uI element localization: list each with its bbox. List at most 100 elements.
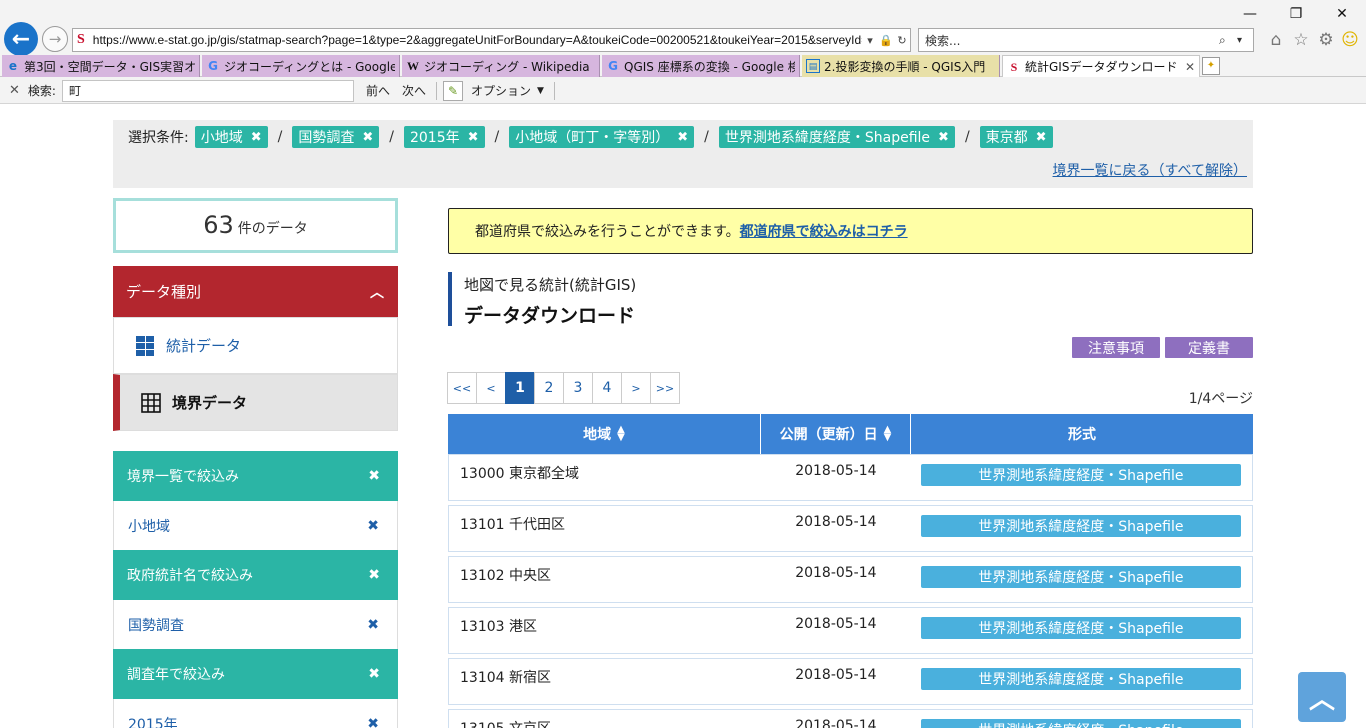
tab-5[interactable]: ▤ 2.投影変換の手順 - QGIS入門 [802, 55, 1000, 77]
filter-boundary-value[interactable]: 小地域 ✖ [113, 501, 398, 551]
close-icon[interactable]: ✖ [367, 716, 379, 728]
condition-chip[interactable]: 小地域 ✖ [194, 126, 268, 148]
next-page-button[interactable]: > [621, 372, 651, 404]
table-row: 13105 文京区 2018-05-14 世界測地系緯度経度・Shapefile [448, 709, 1253, 728]
close-icon[interactable]: ✖ [368, 468, 380, 484]
column-header-region[interactable]: 地域 ▲ ▼ [448, 414, 761, 454]
close-window-icon[interactable]: ✕ [1328, 4, 1356, 24]
result-count-unit: 件のデータ [237, 221, 308, 237]
close-icon[interactable]: ✖ [367, 518, 379, 534]
download-format-button[interactable]: 世界測地系緯度経度・Shapefile [920, 668, 1241, 690]
condition-chip[interactable]: 国勢調査 ✖ [292, 126, 380, 148]
table-row: 13103 港区 2018-05-14 世界測地系緯度経度・Shapefile [448, 607, 1253, 654]
sort-icon[interactable]: ▲ ▼ [617, 425, 625, 443]
download-format-button[interactable]: 世界測地系緯度経度・Shapefile [920, 566, 1241, 588]
chip-separator: / [494, 129, 500, 145]
chevron-down-icon[interactable]: ▾ [1237, 35, 1253, 46]
divider [553, 81, 555, 100]
chip-label: 小地域（町丁・字等別） [515, 130, 670, 146]
remove-icon[interactable]: ✖ [1036, 130, 1047, 145]
search-placeholder: 検索... [925, 33, 961, 48]
restore-icon[interactable]: ❐ [1282, 4, 1310, 24]
chip-separator: / [277, 129, 283, 145]
notes-button[interactable]: 注意事項 [1072, 337, 1160, 358]
find-next-button[interactable]: 次へ [402, 82, 426, 99]
page-1-button[interactable]: 1 [505, 372, 535, 404]
filter-survey-value[interactable]: 国勢調査 ✖ [113, 600, 398, 650]
download-format-button[interactable]: 世界測地系緯度経度・Shapefile [920, 515, 1241, 537]
prev-page-button[interactable]: < [476, 372, 506, 404]
data-type-boundary[interactable]: 境界データ [113, 374, 398, 431]
close-tab-icon[interactable]: ✕ [1185, 60, 1195, 74]
tab-strip: e 第3回・空間データ・GIS実習オープ... G ジオコーディングとは - G… [0, 55, 1366, 77]
tab-3[interactable]: W ジオコーディング - Wikipedia [402, 55, 600, 77]
condition-chip[interactable]: 東京都 ✖ [979, 126, 1053, 148]
definition-button[interactable]: 定義書 [1165, 337, 1253, 358]
close-icon[interactable]: ✖ [368, 567, 380, 583]
dropdown-icon[interactable]: ▾ [862, 34, 878, 47]
browser-search-box[interactable]: 検索... ⌕ ▾ [918, 28, 1254, 52]
address-bar[interactable]: S https://www.e-stat.go.jp/gis/statmap-s… [72, 28, 911, 52]
page-4-button[interactable]: 4 [592, 372, 622, 404]
scroll-to-top-button[interactable]: ︿ [1298, 672, 1346, 722]
settings-gear-icon[interactable]: ⚙ [1316, 30, 1336, 50]
remove-icon[interactable]: ✖ [468, 130, 479, 145]
tab-1[interactable]: e 第3回・空間データ・GIS実習オープ... [2, 55, 200, 77]
forward-button[interactable]: → [42, 26, 68, 52]
prefecture-filter-link[interactable]: 都道府県で絞込みはコチラ [740, 221, 908, 241]
condition-chip[interactable]: 小地域（町丁・字等別） ✖ [509, 126, 695, 148]
condition-chip[interactable]: 世界測地系緯度経度・Shapefile ✖ [718, 126, 955, 148]
sort-icon[interactable]: ▲ ▼ [884, 425, 892, 443]
close-icon[interactable]: ✖ [368, 666, 380, 682]
filter-year-header[interactable]: 調査年で絞込み ✖ [113, 649, 398, 699]
filter-boundary-header[interactable]: 境界一覧で絞込み ✖ [113, 451, 398, 501]
chip-separator: / [389, 129, 394, 145]
page-2-button[interactable]: 2 [534, 372, 564, 404]
cell-date: 2018-05-14 [795, 565, 877, 581]
download-format-button[interactable]: 世界測地系緯度経度・Shapefile [920, 719, 1241, 728]
find-prev-button[interactable]: 前へ [366, 82, 390, 99]
refresh-icon[interactable]: ↻ [894, 34, 910, 47]
smiley-feedback-icon[interactable]: ☺ [1340, 30, 1360, 50]
remove-icon[interactable]: ✖ [938, 130, 949, 145]
back-button[interactable]: ← [4, 22, 38, 56]
estat-favicon-icon: S [77, 32, 85, 47]
find-options-button[interactable]: オプション [471, 82, 531, 99]
tab-2[interactable]: G ジオコーディングとは - Google 検索 [202, 55, 400, 77]
remove-icon[interactable]: ✖ [677, 130, 688, 145]
first-page-button[interactable]: << [447, 372, 477, 404]
filter-year-value[interactable]: 2015年 ✖ [113, 699, 398, 728]
find-input[interactable]: 町 [61, 79, 354, 102]
remove-icon[interactable]: ✖ [362, 130, 373, 145]
page-content: 選択条件: 小地域 ✖ / 国勢調査 ✖ / 2015年 ✖ / 小地域（町丁・字等別… [0, 104, 1366, 728]
filter-header-label: 政府統計名で絞込み [127, 568, 253, 584]
page-3-button[interactable]: 3 [563, 372, 593, 404]
home-icon[interactable]: ⌂ [1266, 30, 1286, 50]
lock-icon[interactable]: 🔒 [878, 34, 894, 47]
pencil-icon[interactable]: ✎ [442, 80, 463, 101]
minimize-icon[interactable]: — [1236, 4, 1264, 24]
download-format-button[interactable]: 世界測地系緯度経度・Shapefile [920, 464, 1241, 486]
remove-icon[interactable]: ✖ [251, 130, 262, 145]
cell-region: 13105 文京区 [449, 710, 761, 728]
back-to-boundary-list-link[interactable]: 境界一覧に戻る（すべて解除） [1053, 160, 1247, 180]
tab-4[interactable]: G QGIS 座標系の変換 - Google 検... [602, 55, 800, 77]
chevron-up-icon[interactable]: ︿ [370, 282, 384, 302]
search-icon[interactable]: ⌕ [1219, 33, 1237, 48]
tab-6-active[interactable]: S 統計GISデータダウンロード | 政... ✕ [1002, 55, 1200, 77]
close-icon[interactable]: ✖ [367, 617, 379, 633]
data-type-header[interactable]: データ種別 ︿ [113, 266, 398, 317]
column-header-date[interactable]: 公開（更新）日 ▲ ▼ [761, 414, 911, 454]
favorites-star-icon[interactable]: ☆ [1291, 30, 1311, 50]
address-url[interactable]: https://www.e-stat.go.jp/gis/statmap-sea… [93, 33, 862, 47]
condition-chip[interactable]: 2015年 ✖ [403, 126, 485, 148]
last-page-button[interactable]: >> [650, 372, 680, 404]
chevron-down-icon[interactable]: ▼ [537, 86, 544, 96]
close-find-icon[interactable]: ✕ [9, 83, 20, 98]
download-format-button[interactable]: 世界測地系緯度経度・Shapefile [920, 617, 1241, 639]
chip-separator: / [964, 129, 970, 145]
filter-survey-header[interactable]: 政府統計名で絞込み ✖ [113, 550, 398, 600]
data-type-statistics[interactable]: 統計データ [113, 317, 398, 374]
cell-format: 世界測地系緯度経度・Shapefile [911, 710, 1252, 728]
new-tab-icon[interactable]: ✦ [1202, 57, 1220, 75]
